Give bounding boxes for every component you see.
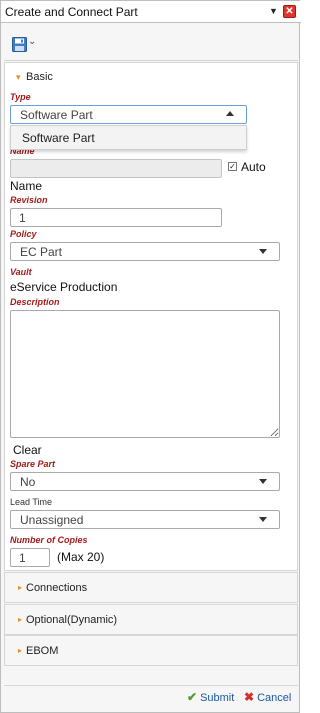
ebom-section-header[interactable]: ▸ EBOM: [4, 635, 298, 666]
revision-field[interactable]: 1: [10, 208, 222, 227]
dropdown-caret-icon: [259, 479, 267, 484]
panel-header: Create and Connect Part ▼ ✕: [1, 1, 301, 23]
collapse-arrow-icon: ▸: [18, 583, 23, 592]
checkmark-icon: ✔: [187, 690, 198, 704]
policy-select-value: EC Part: [20, 245, 63, 259]
basic-section-header[interactable]: ▾ Basic: [5, 63, 299, 93]
basic-section-body: ▾ Basic Type Software Part Name ✓ Auto N…: [4, 62, 298, 571]
connections-section-title: Connections: [26, 582, 88, 594]
save-menu-chevron-icon[interactable]: ⌄: [28, 36, 36, 47]
dropdown-caret-icon: [226, 111, 234, 116]
number-of-copies-field[interactable]: 1: [10, 548, 50, 567]
type-label: Type: [10, 92, 31, 102]
revision-label: Revision: [10, 195, 48, 205]
cancel-button[interactable]: ✖ Cancel: [244, 690, 291, 704]
toolbar: ⌄: [4, 27, 298, 61]
close-icon[interactable]: ✕: [283, 5, 296, 18]
dropdown-caret-icon: [259, 249, 267, 254]
vault-value: eService Production: [10, 280, 118, 294]
cross-icon: ✖: [244, 690, 255, 704]
collapse-arrow-icon: ▸: [18, 615, 23, 624]
type-select[interactable]: Software Part: [10, 105, 247, 124]
spare-part-label: Spare Part: [10, 459, 56, 469]
auto-name-label: Auto: [241, 160, 266, 174]
vault-label: Vault: [10, 267, 32, 277]
policy-select[interactable]: EC Part: [10, 242, 280, 261]
number-of-copies-label: Number of Copies: [10, 535, 88, 545]
panel-menu-caret-icon[interactable]: ▼: [269, 5, 279, 17]
expand-arrow-icon: ▾: [16, 72, 21, 82]
lead-time-label: Lead Time: [10, 497, 53, 507]
optional-section-title: Optional(Dynamic): [26, 614, 118, 626]
basic-section-title: Basic: [26, 71, 53, 83]
spare-part-select[interactable]: No: [10, 472, 280, 491]
form-footer: ✔ Submit ✖ Cancel: [4, 685, 298, 710]
submit-label: Submit: [200, 692, 235, 704]
panel-title: Create and Connect Part: [5, 5, 138, 19]
type-option-software-part[interactable]: Software Part: [22, 131, 95, 145]
description-label: Description: [10, 297, 60, 307]
description-textarea[interactable]: [10, 310, 280, 438]
ebom-section-title: EBOM: [26, 645, 59, 657]
type-dropdown-list: Software Part: [10, 125, 247, 150]
type-select-value: Software Part: [20, 108, 93, 122]
optional-section-header[interactable]: ▸ Optional(Dynamic): [4, 604, 298, 635]
cancel-label: Cancel: [257, 692, 292, 704]
policy-label: Policy: [10, 229, 37, 239]
lead-time-select[interactable]: Unassigned: [10, 510, 280, 529]
lead-time-select-value: Unassigned: [20, 513, 84, 527]
connections-section-header[interactable]: ▸ Connections: [4, 572, 298, 603]
auto-name-checkbox[interactable]: ✓: [228, 162, 237, 171]
name-field[interactable]: [10, 159, 222, 178]
save-icon[interactable]: [12, 37, 27, 52]
dropdown-caret-icon: [259, 517, 267, 522]
collapse-arrow-icon: ▸: [18, 646, 23, 655]
name-caption: Name: [10, 179, 43, 193]
spare-part-select-value: No: [20, 475, 36, 489]
clear-description-link[interactable]: Clear: [13, 443, 42, 457]
max-copies-note: (Max 20): [57, 550, 105, 564]
create-part-panel: Create and Connect Part ▼ ✕ ⌄ ▾ Basic Ty…: [0, 0, 301, 713]
submit-button[interactable]: ✔ Submit: [187, 690, 234, 704]
